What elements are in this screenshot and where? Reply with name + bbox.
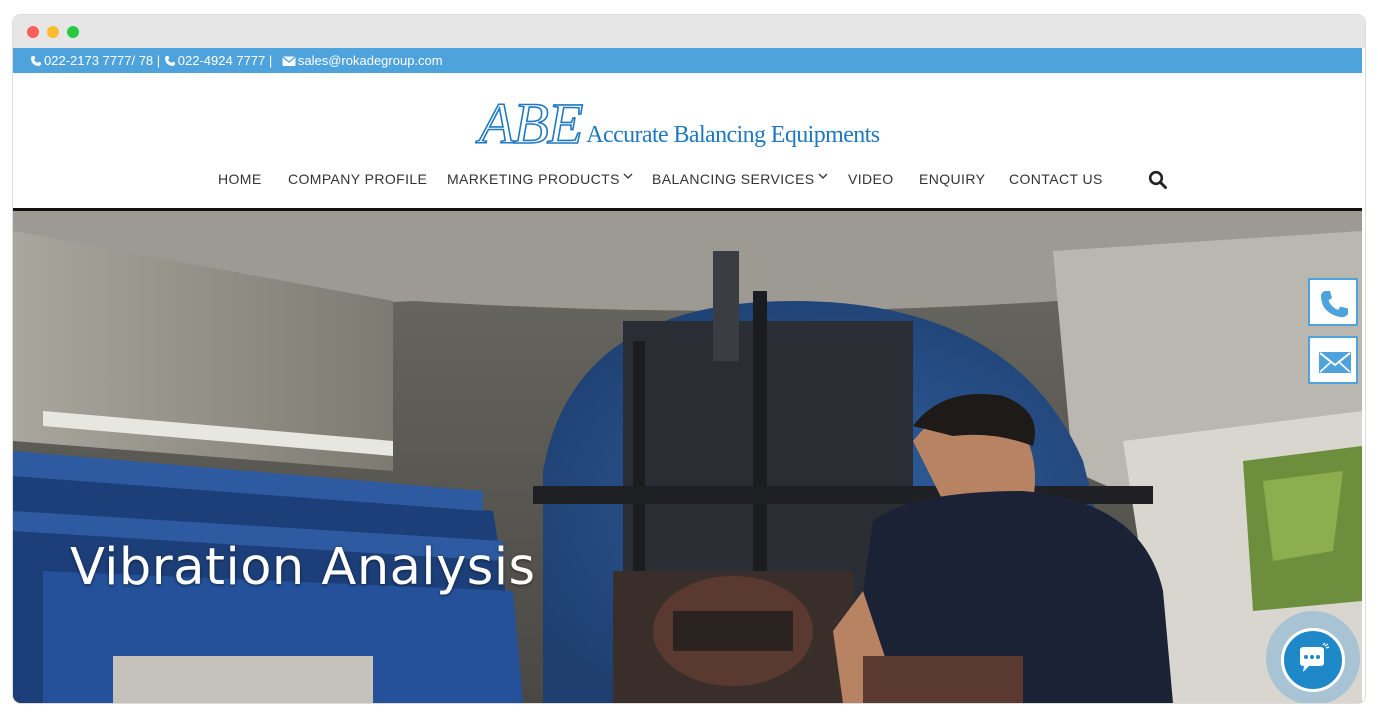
hero-slider[interactable]: Vibration Analysis [13,211,1362,703]
nav-item-label: MARKETING PRODUCTS [447,171,620,187]
floating-phone-button[interactable] [1308,278,1358,326]
main-navigation: HOME COMPANY PROFILE MARKETING PRODUCTS … [13,166,1362,192]
phone-icon [1321,291,1348,318]
floating-mail-button[interactable] [1308,336,1358,384]
close-window-button[interactable] [27,26,39,38]
nav-item-contact-us[interactable]: CONTACT US [1009,166,1103,192]
nav-item-enquiry[interactable]: ENQUIRY [919,166,985,192]
maximize-window-button[interactable] [67,26,79,38]
contact-top-bar: 022-2173 7777/ 78 | 022-4924 7777 | sale… [13,48,1362,73]
phone-icon [164,55,175,66]
phone-link-2[interactable]: 022-4924 7777 | [178,53,272,68]
nav-item-balancing-services[interactable]: BALANCING SERVICES [652,166,828,192]
site-header: ABE Accurate Balancing Equipments HOME CO… [13,73,1362,210]
nav-item-video[interactable]: VIDEO [848,166,894,192]
browser-window: 022-2173 7777/ 78 | 022-4924 7777 | sale… [13,15,1365,703]
search-icon[interactable] [1148,170,1168,190]
email-link[interactable]: sales@rokadegroup.com [298,53,443,68]
site-logo[interactable]: ABE Accurate Balancing Equipments [478,91,880,156]
chevron-down-icon [623,173,633,179]
envelope-icon [282,56,296,66]
hero-image [13,211,1362,703]
nav-item-company-profile[interactable]: COMPANY PROFILE [288,166,427,192]
nav-item-label: BALANCING SERVICES [652,171,815,187]
logo-text: Accurate Balancing Equipments [586,122,880,148]
phone-link-1[interactable]: 022-2173 7777/ 78 | [44,53,160,68]
nav-item-marketing-products[interactable]: MARKETING PRODUCTS [447,166,633,192]
phone-icon [31,55,41,66]
minimize-window-button[interactable] [47,26,59,38]
title-bar [13,15,1365,48]
chat-icon [1300,643,1330,672]
mail-icon [1319,352,1351,373]
hero-title: Vibration Analysis [70,538,536,597]
nav-item-home[interactable]: HOME [218,166,262,192]
logo-mark: ABE [478,91,584,156]
chevron-down-icon [818,173,828,179]
chat-button[interactable] [1281,628,1345,692]
